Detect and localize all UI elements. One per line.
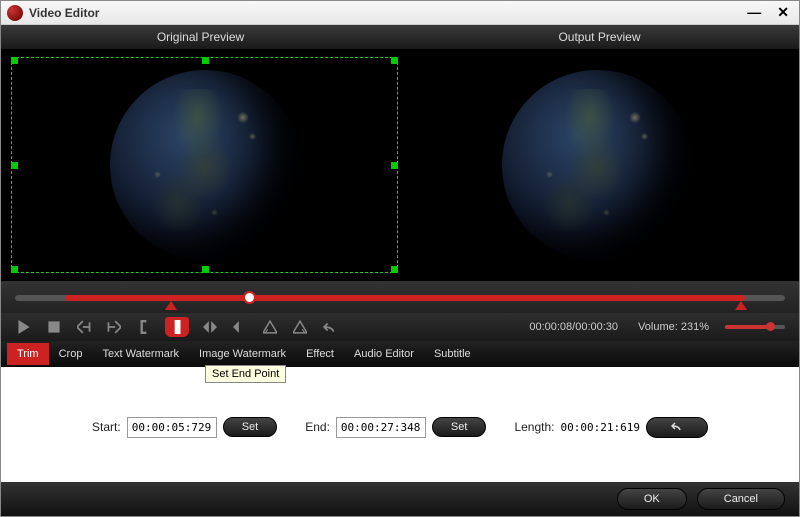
- tabs: Trim Crop Text Watermark Image Watermark…: [1, 341, 799, 367]
- trim-start-marker[interactable]: [165, 301, 177, 310]
- crop-handle[interactable]: [391, 162, 398, 169]
- start-label: Start:: [92, 420, 121, 434]
- crop-handle[interactable]: [11, 266, 18, 273]
- tab-trim[interactable]: Trim: [7, 343, 49, 365]
- tab-text-watermark[interactable]: Text Watermark: [92, 343, 189, 365]
- footer: OK Cancel: [1, 482, 799, 516]
- video-editor-window: Video Editor — ✕ Original Preview Output…: [0, 0, 800, 517]
- flip-vertical-button[interactable]: [231, 318, 249, 336]
- end-label: End:: [305, 420, 330, 434]
- original-preview-pane[interactable]: [11, 57, 398, 273]
- titlebar: Video Editor — ✕: [1, 1, 799, 25]
- prev-frame-button[interactable]: [75, 318, 93, 336]
- end-input[interactable]: [336, 417, 426, 438]
- set-end-button[interactable]: Set: [432, 417, 487, 437]
- flip-horizontal-button[interactable]: [201, 318, 219, 336]
- rotate-cw-button[interactable]: [291, 318, 309, 336]
- start-input[interactable]: [127, 417, 217, 438]
- crop-handle[interactable]: [202, 57, 209, 64]
- crop-handle[interactable]: [391, 57, 398, 64]
- crop-handle[interactable]: [11, 162, 18, 169]
- trim-end-marker[interactable]: [735, 301, 747, 310]
- length-label: Length:: [514, 420, 554, 434]
- rotate-ccw-button[interactable]: [261, 318, 279, 336]
- minimize-button[interactable]: —: [743, 4, 765, 21]
- tab-image-watermark[interactable]: Image Watermark: [189, 343, 296, 365]
- volume-slider[interactable]: [725, 325, 785, 329]
- video-frame: [110, 70, 300, 260]
- crop-handle[interactable]: [202, 266, 209, 273]
- set-start-point-button[interactable]: [135, 318, 153, 336]
- crop-handle[interactable]: [11, 57, 18, 64]
- output-preview-pane: [404, 57, 789, 273]
- preview-header: Original Preview Output Preview: [1, 25, 799, 49]
- video-frame: [502, 70, 692, 260]
- set-start-button[interactable]: Set: [223, 417, 278, 437]
- reset-button[interactable]: [646, 417, 708, 438]
- set-end-point-button[interactable]: [165, 317, 189, 337]
- undo-button[interactable]: [321, 318, 339, 336]
- trim-panel: Start: Set End: Set Length: 00:00:21:619: [1, 367, 799, 487]
- close-button[interactable]: ✕: [773, 4, 793, 21]
- timeline[interactable]: [1, 281, 799, 313]
- window-title: Video Editor: [29, 6, 743, 20]
- volume-label: Volume: 231%: [638, 321, 709, 333]
- tooltip-set-end-point: Set End Point: [205, 365, 286, 383]
- next-frame-button[interactable]: [105, 318, 123, 336]
- tab-crop[interactable]: Crop: [49, 343, 93, 365]
- tab-effect[interactable]: Effect: [296, 343, 344, 365]
- transport-bar: 00:00:08/00:00:30 Volume: 231%: [1, 313, 799, 341]
- tab-subtitle[interactable]: Subtitle: [424, 343, 481, 365]
- play-button[interactable]: [15, 318, 33, 336]
- playhead[interactable]: [243, 291, 256, 304]
- length-value: 00:00:21:619: [560, 421, 639, 434]
- crop-handle[interactable]: [391, 266, 398, 273]
- ok-button[interactable]: OK: [617, 488, 687, 510]
- stop-button[interactable]: [45, 318, 63, 336]
- cancel-button[interactable]: Cancel: [697, 488, 785, 510]
- tab-audio-editor[interactable]: Audio Editor: [344, 343, 424, 365]
- timeline-track[interactable]: [15, 295, 785, 301]
- preview-area: [1, 49, 799, 281]
- original-preview-label: Original Preview: [1, 25, 400, 49]
- output-preview-label: Output Preview: [400, 25, 799, 49]
- app-icon: [7, 5, 23, 21]
- time-display: 00:00:08/00:00:30: [529, 321, 618, 333]
